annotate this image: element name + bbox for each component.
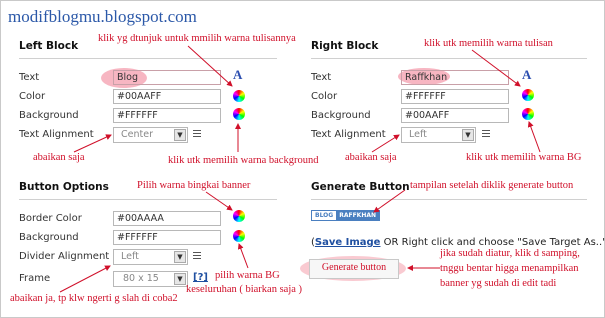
annotation-note: abaikan saja bbox=[33, 152, 85, 163]
annotation-note: abaikan saja bbox=[345, 152, 397, 163]
annotation-note: pilih warna BG bbox=[215, 270, 280, 281]
annotation-note: Pilih warna bingkai banner bbox=[137, 180, 251, 191]
annotation-note: tnggu bentar higga menampilkan bbox=[440, 263, 579, 274]
annotation-note: tampilan setelah diklik generate button bbox=[410, 180, 574, 191]
arrow-line bbox=[471, 49, 521, 87]
annotation-note: jika sudah diatur, klik d samping, bbox=[440, 248, 580, 259]
annotation-note: klik utk memilih warna background bbox=[168, 155, 319, 166]
annotation-note: banner yg sudah di edit tadi bbox=[440, 278, 557, 289]
arrow-line bbox=[527, 121, 541, 153]
arrow-line bbox=[187, 45, 233, 87]
arrow-line bbox=[371, 134, 400, 153]
arrow-line bbox=[373, 189, 406, 213]
annotation-note: abaikan ja, tp klw ngerti g slah di coba… bbox=[10, 293, 178, 304]
annotation-note: klik utk memilih warna tulisan bbox=[424, 38, 553, 49]
arrow-line bbox=[237, 243, 249, 269]
arrow-line bbox=[59, 265, 111, 293]
annotation-note: klik yg dtunjuk untuk mmilih warna tulis… bbox=[98, 33, 296, 44]
arrow-line bbox=[73, 134, 112, 153]
arrow-line bbox=[205, 191, 233, 211]
annotation-note: keseluruhan ( biarkan saja ) bbox=[186, 284, 303, 295]
annotation-note: klik utk memilih warna BG bbox=[466, 152, 582, 163]
